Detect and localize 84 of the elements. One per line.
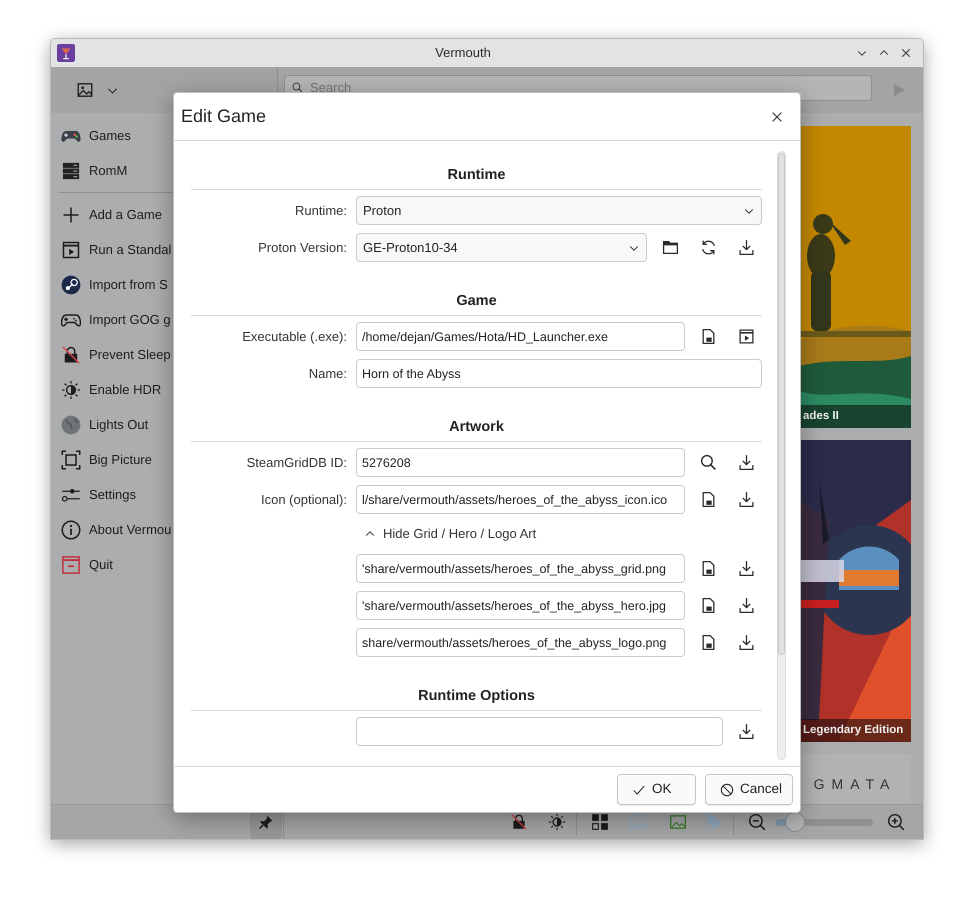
window-title: Vermouth [434,44,492,62]
section-heading: Game [191,286,762,316]
input-field[interactable]: share/vermouth/assets/heroes_of_the_abyss_logo.png [356,628,685,657]
game-title: GMATA [814,775,896,794]
sidebar-item[interactable]: About Vermou [51,512,172,547]
globe-icon [61,414,81,434]
field-label: SteamGridDB ID: [246,454,347,472]
pin-icon [258,814,274,830]
input-field[interactable]: Horn of the Abyss [356,359,762,388]
folder-icon [662,239,678,256]
search-icon [700,454,716,471]
lock-icon[interactable] [510,813,528,831]
field-label: Proton Version: [257,238,347,257]
sidebar-item[interactable]: Prevent Sleep [51,337,171,372]
play-icon [891,82,907,98]
download-icon [738,723,754,740]
file-icon [700,560,716,577]
dropdown[interactable]: GE-Proton10-34 [356,233,647,262]
play-window-icon [61,240,81,260]
field-label: Name: [308,364,347,383]
sidebar-item[interactable]: Enable HDR [51,372,162,407]
quit-icon [61,554,81,574]
field-label: Runtime: [294,202,347,220]
section-heading: Artwork [191,412,762,442]
brightness-icon [61,380,81,400]
ok-button[interactable]: OK [616,774,696,805]
scrollbar[interactable] [777,151,786,760]
refresh-icon [700,239,716,256]
slider-thumb[interactable] [785,812,806,832]
input-field[interactable]: 'share/vermouth/assets/heroes_of_the_abyss_grid.png [356,554,685,583]
dropdown[interactable]: Proton [356,196,762,225]
input-field[interactable]: l/share/vermouth/assets/heroes_of_the_abyss_icon.ico [356,485,685,514]
info-icon [61,520,81,540]
field-label: Icon (optional): [260,490,347,509]
sidebar-item[interactable]: RomM [51,153,128,188]
sidebar-item[interactable]: Import GOG g [51,302,171,337]
file-icon [700,328,716,345]
brightness-icon[interactable] [548,813,566,831]
lock-icon [61,344,81,364]
steam-icon [61,274,81,294]
sidebar-item[interactable]: Import from S [51,267,168,302]
file-icon [700,597,716,614]
input-field[interactable]: 5276208 [356,448,685,477]
cancel-icon [720,782,734,796]
section-heading: Runtime Options [191,681,762,711]
sidebar-item[interactable]: Games [51,118,131,153]
toggle-link[interactable]: Hide Grid / Hero / Logo Art [356,524,536,544]
download-icon [738,560,754,577]
file-icon [700,634,716,651]
play-window-icon [738,328,754,345]
download-icon [738,454,754,471]
fullscreen-icon [61,450,81,470]
server-icon [61,160,81,180]
image-icon[interactable] [669,813,687,831]
sidebar-item[interactable]: Big Picture [51,442,152,477]
search-icon [292,82,303,92]
zoom-out-icon[interactable] [748,813,766,831]
plus-icon [61,204,81,224]
zoom-in-icon[interactable] [887,813,905,831]
app-logo-icon [57,44,75,62]
cover-caption: Legendary Edition [799,719,911,742]
file-icon [700,491,716,508]
dialog-title: Edit Game [181,105,268,128]
image-icon [76,81,94,99]
sidebar-item[interactable]: Add a Game [51,197,162,232]
download-icon [738,239,754,256]
download-icon [738,597,754,614]
sidebar-item[interactable]: Lights Out [51,407,148,442]
close-icon [770,110,784,124]
field-label: Executable (.exe): [241,328,347,346]
section-heading: Runtime [191,160,762,190]
grid-icon[interactable] [591,813,609,831]
close-icon [900,47,912,59]
game-card[interactable]: GMATA [799,754,911,804]
sidebar-item[interactable]: Run a Standal [51,232,172,267]
input-field[interactable]: 'share/vermouth/assets/heroes_of_the_abyss_hero.jpg [356,591,685,620]
download-icon [738,491,754,508]
input-field[interactable] [356,717,723,746]
input-field[interactable]: /home/dejan/Games/Hota/HD_Launcher.exe [356,322,685,351]
download-icon [738,634,754,651]
cover-caption: ades II [799,405,911,428]
sidebar-item[interactable]: Settings [51,477,136,512]
sidebar-item[interactable]: Quit [51,547,113,582]
cancel-button[interactable]: Cancel [704,774,793,805]
